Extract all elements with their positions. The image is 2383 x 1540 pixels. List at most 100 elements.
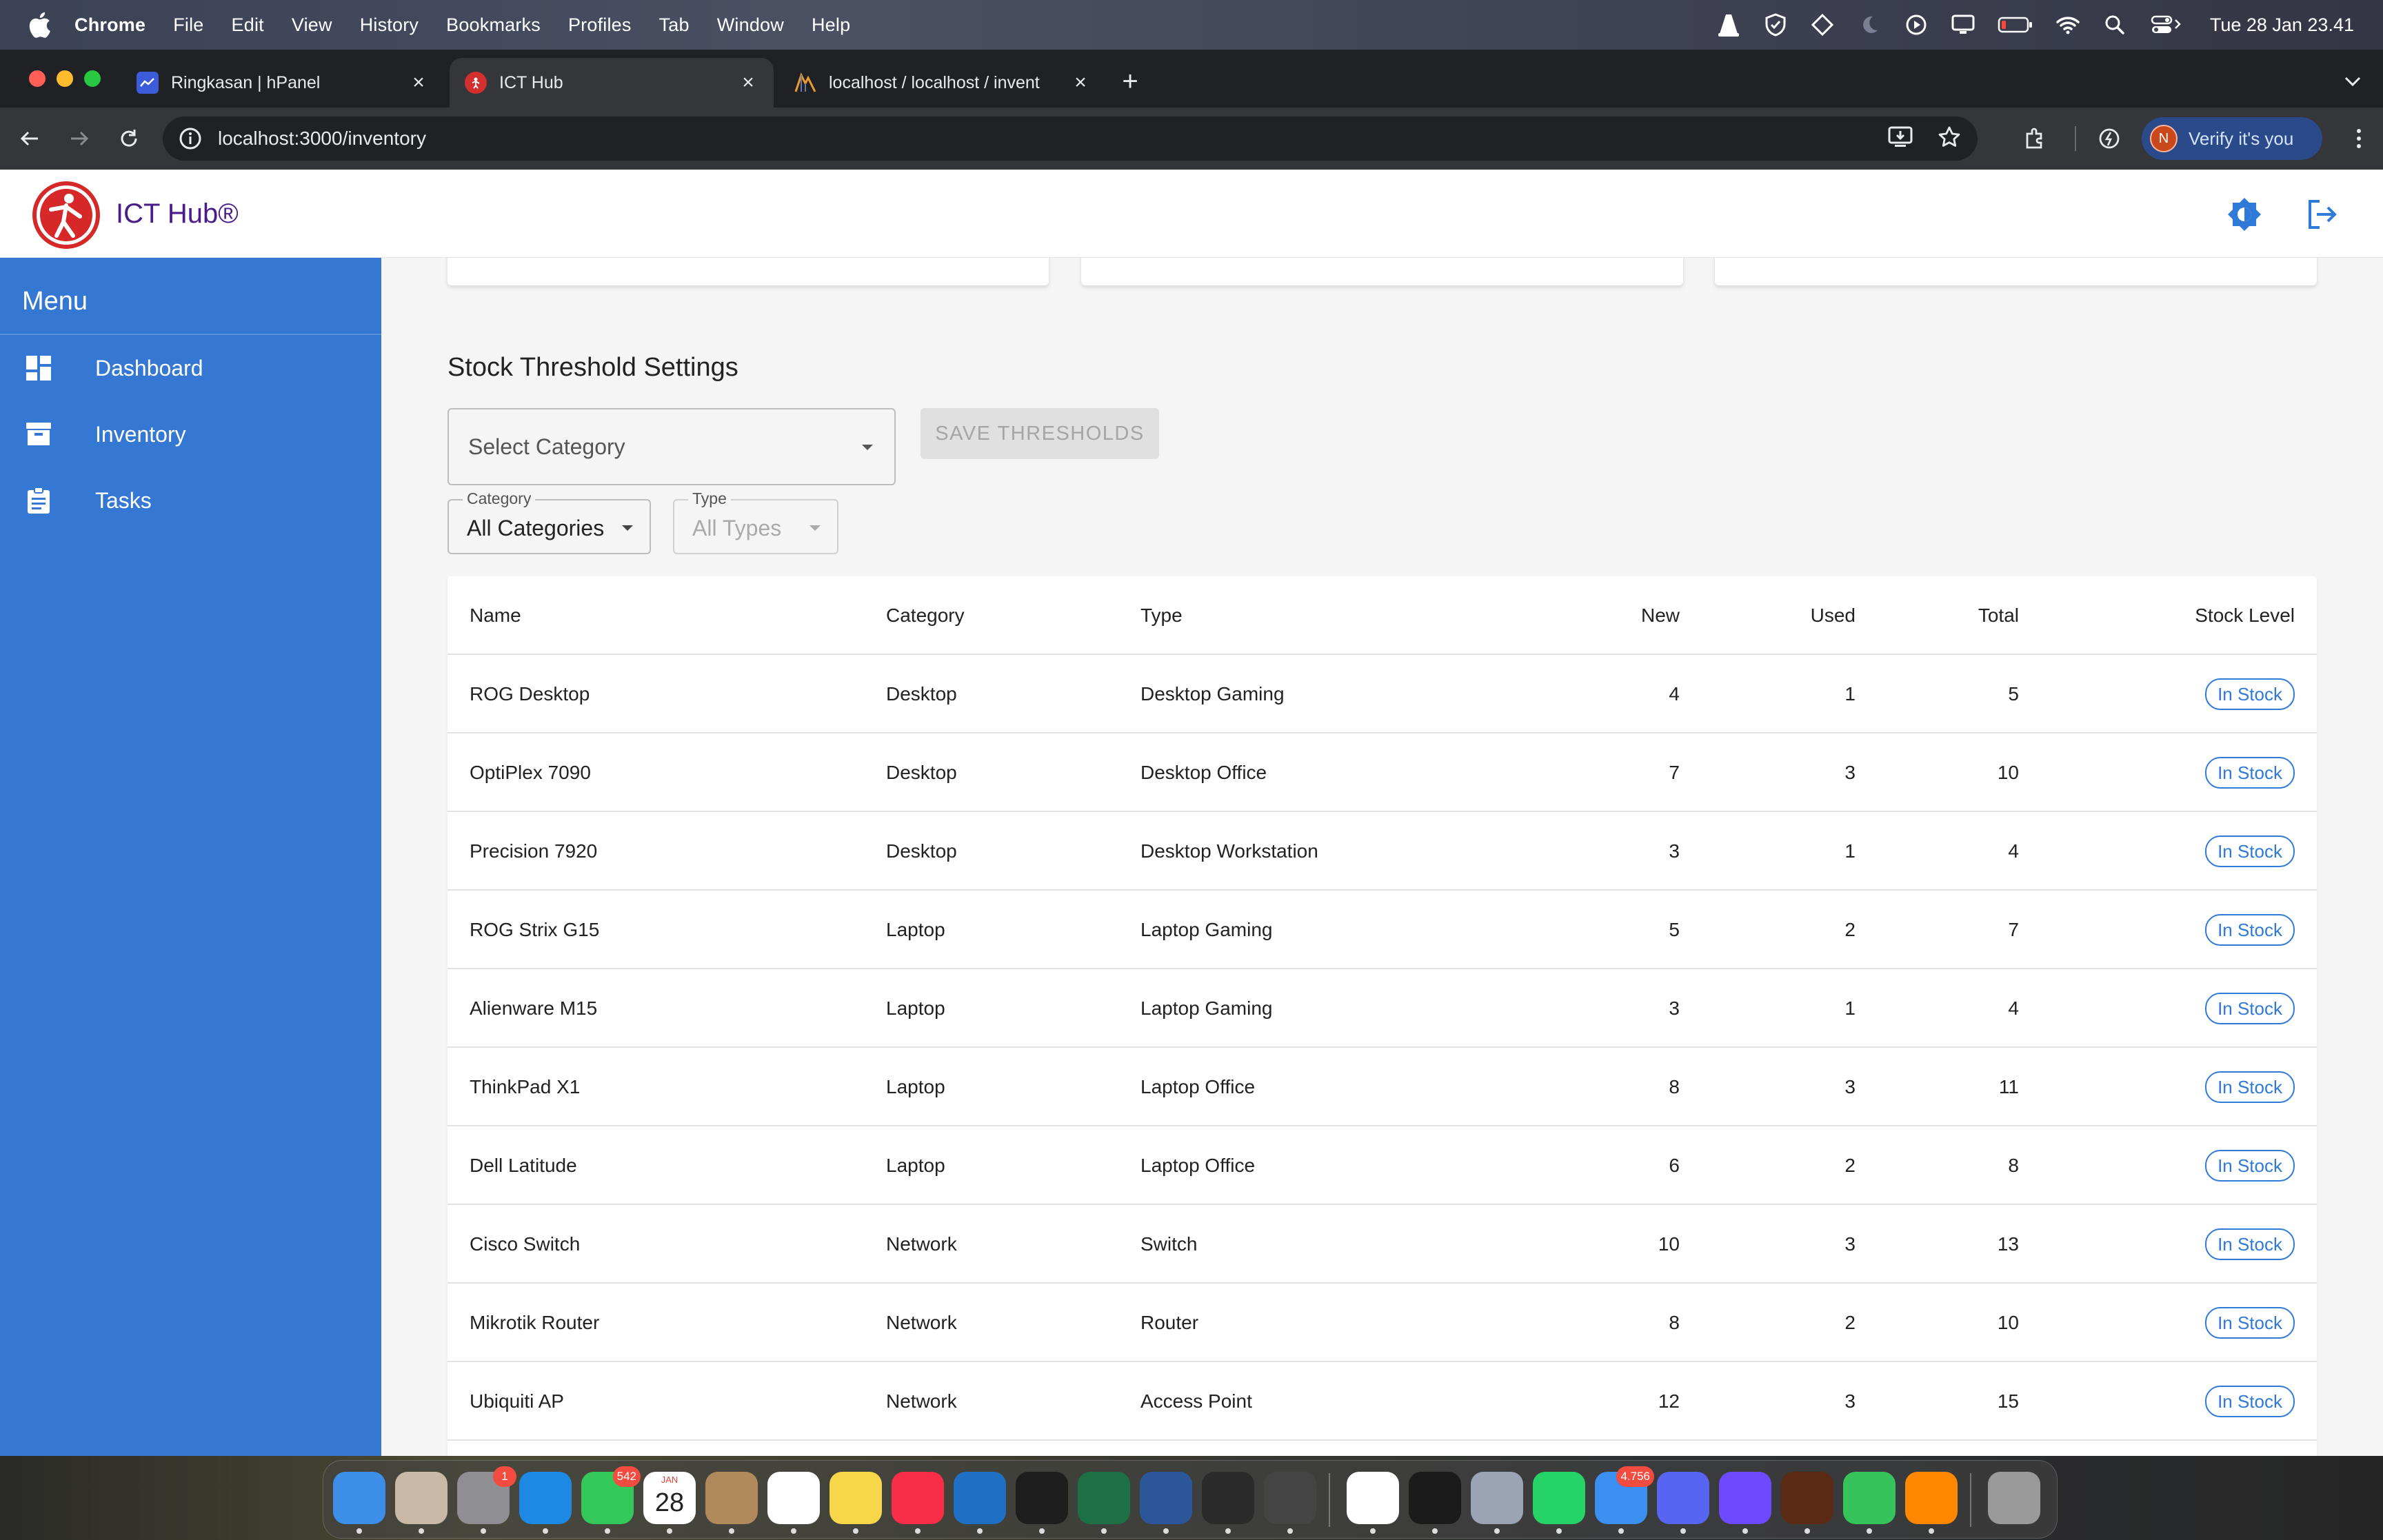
table-row[interactable]: OptiPlex 7090 Desktop Desktop Office 7 3 10 In… [448,733,2317,812]
table-row[interactable]: Ubiquiti AP Network Access Point 12 3 15 In St… [448,1362,2317,1441]
system-settings-icon[interactable]: 1 [457,1466,516,1534]
save-thresholds-button[interactable]: SAVE THRESHOLDS [921,408,1159,459]
verify-identity-button[interactable]: N Verify it's you [2142,117,2322,160]
new-tab-button[interactable]: + [1115,66,1145,97]
finder-icon[interactable] [333,1472,385,1534]
menu-app-name[interactable]: Chrome [74,14,145,36]
spotlight-search-icon[interactable] [2102,12,2127,37]
mail-icon[interactable]: 4.756 [1595,1466,1654,1534]
tab-phpmyadmin[interactable]: localhost / localhost / invent × [779,58,1106,108]
column-header-category[interactable]: Category [886,576,965,655]
menu-file[interactable]: File [173,14,203,36]
vlc-icon[interactable] [1905,1472,1958,1534]
sidebar-item-dashboard[interactable]: Dashboard [0,335,381,401]
window-close-button[interactable] [29,70,46,87]
figma-icon[interactable] [1016,1472,1068,1534]
play-circle-icon[interactable] [1904,12,1929,37]
battery-icon[interactable] [1998,12,2033,37]
menubar-clock[interactable]: Tue 28 Jan 23.41 [2210,14,2354,36]
theme-toggle-icon[interactable] [2226,196,2263,233]
launchpad-icon[interactable] [395,1472,448,1534]
calendar-icon[interactable]: JAN 28 [643,1472,696,1534]
ict-hub-logo[interactable] [32,181,101,250]
menu-profiles[interactable]: Profiles [568,14,632,36]
wifi-icon[interactable] [2055,12,2080,37]
display-icon[interactable] [1951,12,1975,37]
menu-view[interactable]: View [292,14,332,36]
menu-help[interactable]: Help [812,14,850,36]
game-icon[interactable] [1781,1472,1833,1534]
tab-close-icon[interactable]: × [738,71,758,94]
shield-icon[interactable] [1763,12,1788,37]
menu-bookmarks[interactable]: Bookmarks [446,14,541,36]
control-center-icon[interactable] [2149,12,2184,37]
reminders-icon[interactable] [767,1472,820,1534]
discord-icon[interactable] [1657,1472,1709,1534]
diamond-icon[interactable] [1810,12,1835,37]
app-brand-title[interactable]: ICT Hub® [116,199,239,230]
moon-icon[interactable] [1857,12,1882,37]
logout-icon[interactable] [2303,196,2340,233]
threshold-category-select[interactable]: Select Category [448,408,896,485]
column-header-new[interactable]: New [1641,576,1680,655]
trash-icon[interactable] [1988,1472,2040,1524]
window-zoom-button[interactable] [84,70,101,87]
menu-tab[interactable]: Tab [659,14,690,36]
cursor-icon[interactable] [1409,1472,1461,1534]
more-options-icon[interactable] [2342,121,2376,156]
table-row[interactable]: Dell Latitude Laptop Laptop Office 6 2 8 In St… [448,1126,2317,1205]
find-my-icon[interactable] [1843,1472,1896,1534]
install-app-icon[interactable] [1888,125,1913,152]
tab-close-icon[interactable]: × [1070,71,1091,94]
table-row[interactable]: ROG Desktop Desktop Desktop Gaming 4 1 5 In St… [448,655,2317,733]
sidebar-item-tasks[interactable]: Tasks [0,467,381,534]
table-row[interactable]: Cisco Switch Network Switch 10 3 13 In Stock [448,1205,2317,1284]
contacts-icon[interactable] [705,1472,758,1534]
tab-close-icon[interactable]: × [408,71,429,94]
tab-search-chevron-icon[interactable] [2337,66,2368,97]
tab-ict-hub[interactable]: ICT Hub × [450,58,774,108]
column-header-total[interactable]: Total [1978,576,2019,655]
table-row[interactable]: Mikrotik Router Network Router 8 2 10 In Stock [448,1284,2317,1362]
calculator-icon[interactable] [1264,1472,1316,1534]
vlc-status-icon[interactable] [1716,12,1741,37]
category-filter[interactable]: Category All Categories [448,489,651,554]
music-icon[interactable] [892,1472,944,1534]
chrome-icon[interactable] [1347,1472,1399,1534]
sidebar-item-inventory[interactable]: Inventory [0,401,381,467]
back-button[interactable] [12,121,47,156]
menu-window[interactable]: Window [717,14,784,36]
column-header-type[interactable]: Type [1140,576,1183,655]
tab-hpanel[interactable]: Ringkasan | hPanel × [121,58,444,108]
performance-icon[interactable] [2092,121,2126,156]
site-info-icon[interactable] [178,126,203,151]
column-header-used[interactable]: Used [1811,576,1856,655]
terminal-icon[interactable] [1202,1472,1254,1534]
table-row[interactable]: ROG Strix G15 Laptop Laptop Gaming 5 2 7 In St… [448,891,2317,969]
whatsapp-icon[interactable] [1533,1472,1585,1534]
vscode-icon[interactable] [954,1472,1006,1534]
table-row[interactable]: Precision 7920 Desktop Desktop Workstation… [448,812,2317,891]
menu-edit[interactable]: Edit [232,14,264,36]
apple-logo-icon[interactable] [28,11,51,39]
proton-icon[interactable] [1719,1472,1771,1534]
cell-name: Mikrotik Router [470,1312,600,1333]
table-row[interactable]: ThinkPad X1 Laptop Laptop Office 8 3 11 In Sto… [448,1048,2317,1126]
url-text[interactable]: localhost:3000/inventory [218,128,426,150]
column-header-name[interactable]: Name [470,576,521,655]
address-bar[interactable]: localhost:3000/inventory [163,116,1978,161]
settings-gear-icon[interactable] [1471,1472,1523,1534]
bookmark-star-icon[interactable] [1938,125,1961,152]
window-minimize-button[interactable] [57,70,73,87]
column-header-stock-level[interactable]: Stock Level [2195,576,2295,655]
extensions-puzzle-icon[interactable] [2018,121,2052,156]
reload-button[interactable] [112,121,146,156]
menu-history[interactable]: History [360,14,419,36]
word-icon[interactable] [1140,1472,1192,1534]
excel-icon[interactable] [1078,1472,1130,1534]
safari-icon[interactable] [519,1472,572,1534]
table-row[interactable]: Alienware M15 Laptop Laptop Gaming 3 1 4 In St… [448,969,2317,1048]
messages-icon[interactable]: 542 [581,1466,641,1534]
notes-icon[interactable] [829,1472,882,1534]
forward-button[interactable] [62,121,97,156]
